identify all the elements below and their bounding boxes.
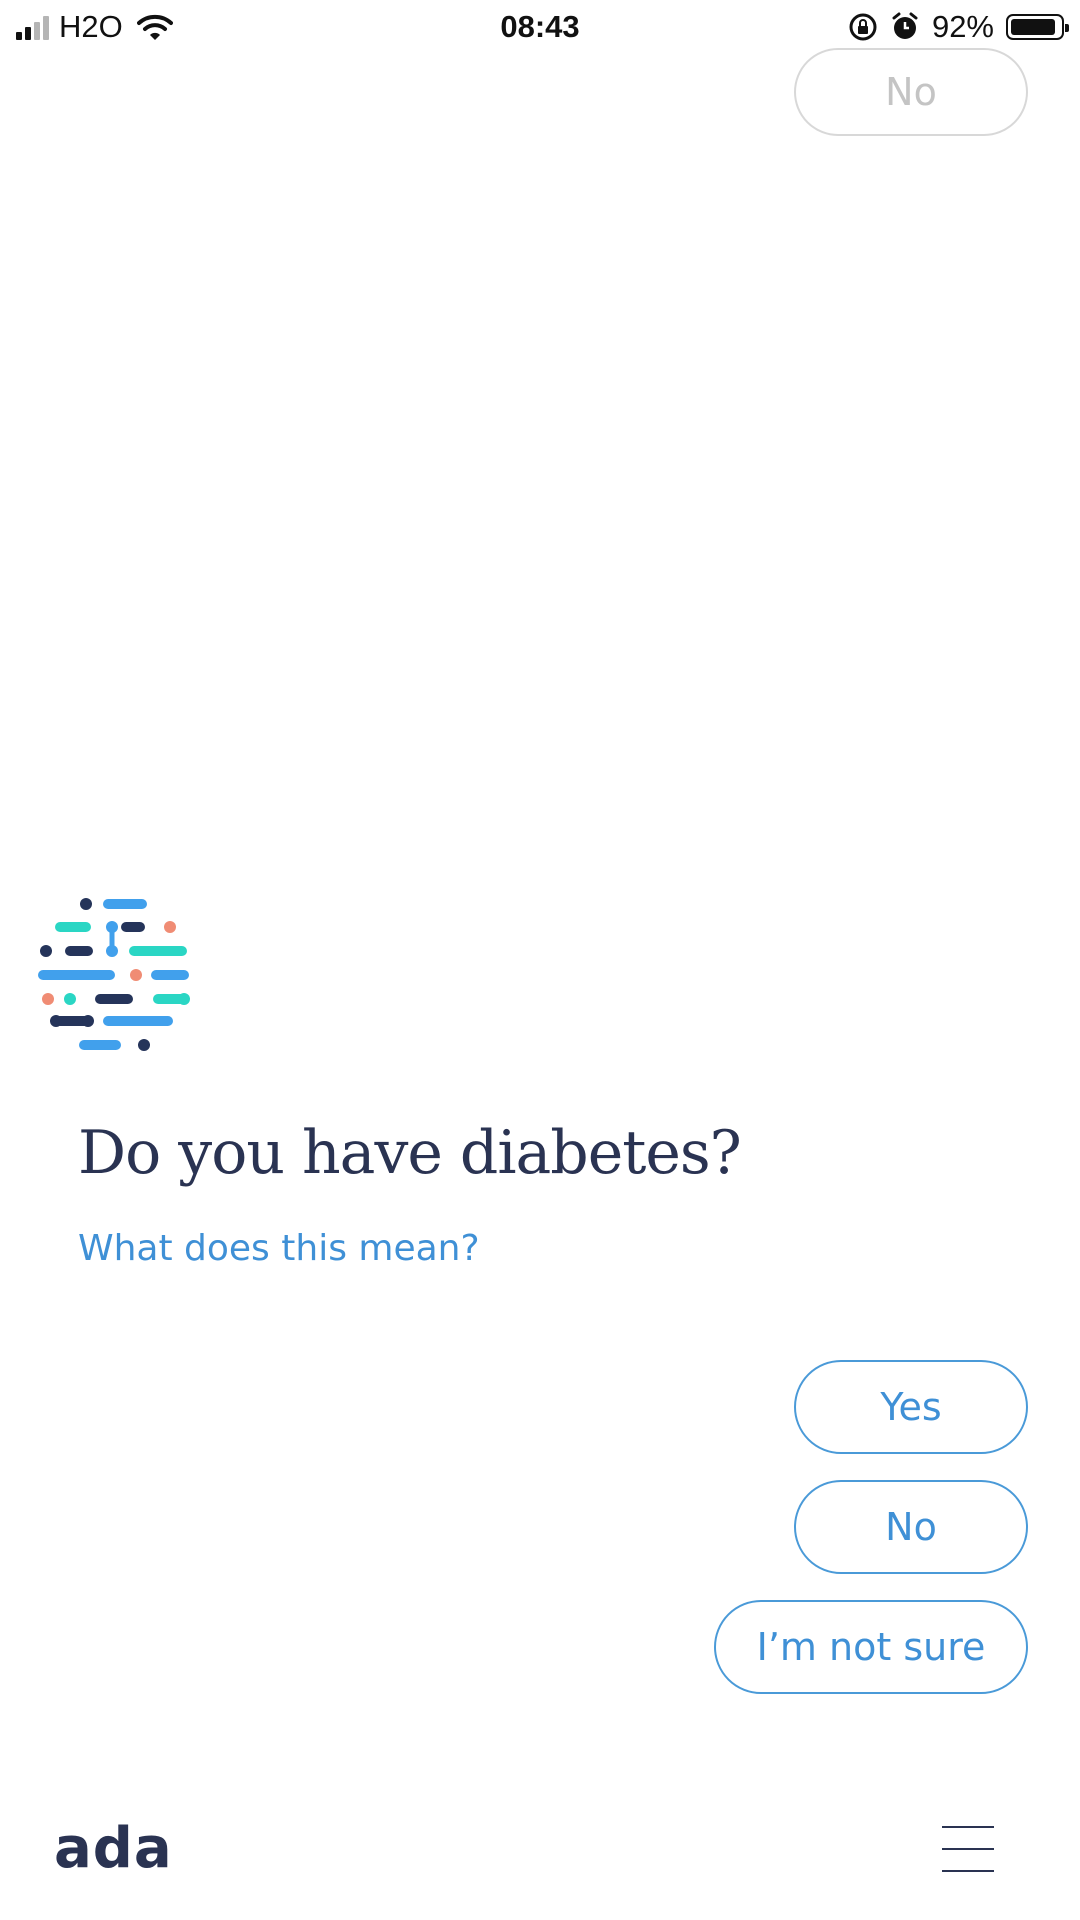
ada-brand-logo: ada <box>54 1816 173 1881</box>
question-title: Do you have diabetes? <box>78 1118 742 1188</box>
ada-logo-mark <box>38 898 190 1051</box>
answer-yes-button[interactable]: Yes <box>794 1360 1028 1454</box>
previous-answer-no-button[interactable]: No <box>794 48 1028 136</box>
menu-icon[interactable] <box>942 1826 994 1872</box>
battery-icon <box>1006 14 1069 40</box>
what-does-this-mean-link[interactable]: What does this mean? <box>78 1228 480 1269</box>
battery-fill <box>1011 19 1055 35</box>
answer-no-button[interactable]: No <box>794 1480 1028 1574</box>
answer-not-sure-button[interactable]: I’m not sure <box>714 1600 1028 1694</box>
alarm-icon <box>892 12 918 39</box>
rotation-lock-icon <box>849 13 877 41</box>
status-bar: H2O 08:43 92% <box>0 0 1080 54</box>
status-right: 92% <box>848 8 1069 46</box>
battery-percentage: 92% <box>931 9 994 44</box>
